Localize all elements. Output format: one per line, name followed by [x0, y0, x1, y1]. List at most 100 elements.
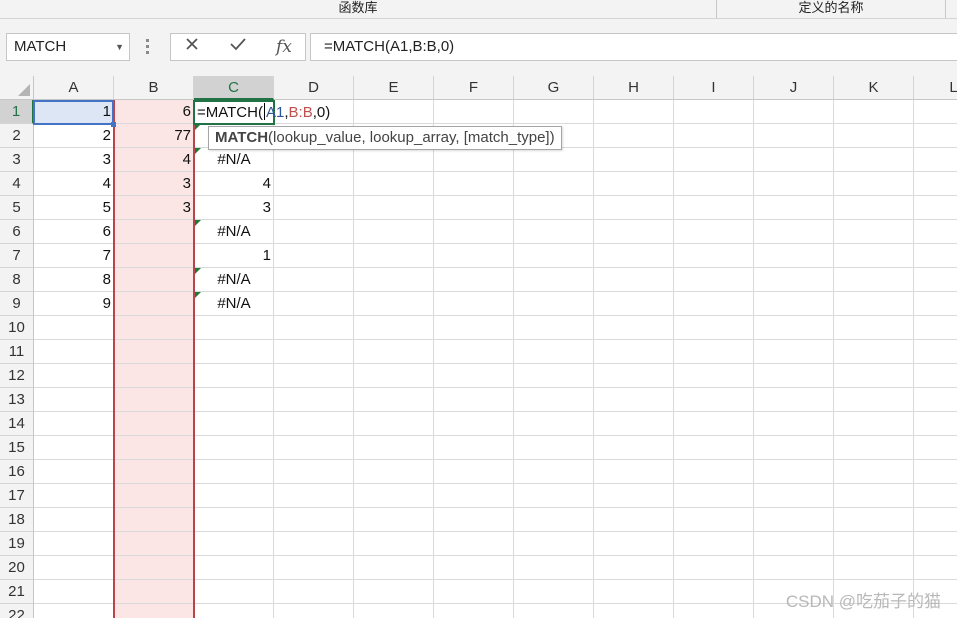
row-header-14[interactable]: 14	[0, 412, 34, 436]
insert-function-fx-icon[interactable]: fx	[267, 34, 301, 60]
row-header-7[interactable]: 7	[0, 244, 34, 268]
column-header-l[interactable]: L	[914, 76, 957, 100]
column-header-f[interactable]: F	[434, 76, 514, 100]
row-header-19[interactable]: 19	[0, 532, 34, 556]
gridline-h	[34, 435, 957, 436]
error-indicator-icon[interactable]	[195, 220, 201, 226]
formula-bar-row: MATCH ▼ fx =MATCH(A1,B:B,0)	[0, 19, 957, 76]
gridline-h	[34, 315, 957, 316]
row-header-8[interactable]: 8	[0, 268, 34, 292]
gridline-h	[34, 483, 957, 484]
gridline-v	[753, 100, 754, 618]
gridline-h	[34, 339, 957, 340]
column-header-h[interactable]: H	[594, 76, 674, 100]
formula-ref-bb: B:B	[288, 104, 313, 121]
row-header-11[interactable]: 11	[0, 340, 34, 364]
gridline-v	[433, 100, 434, 618]
cell-c9[interactable]: #N/A	[194, 292, 274, 316]
error-indicator-icon[interactable]	[195, 292, 201, 298]
formula-buttons: fx	[170, 33, 306, 61]
cell-a7[interactable]: 7	[34, 244, 114, 268]
cell-b4[interactable]: 3	[114, 172, 194, 196]
row-header-1[interactable]: 1	[0, 100, 34, 124]
cell-a8[interactable]: 8	[34, 268, 114, 292]
cell-a5[interactable]: 5	[34, 196, 114, 220]
gridline-v	[833, 100, 834, 618]
name-box-value: MATCH	[14, 38, 67, 55]
row-header-22[interactable]: 22	[0, 604, 34, 618]
cell-c8[interactable]: #N/A	[194, 268, 274, 292]
cell-b5[interactable]: 3	[114, 196, 194, 220]
cell-c5[interactable]: 3	[194, 196, 274, 220]
select-all-corner[interactable]	[0, 76, 34, 100]
cell-a2[interactable]: 2	[34, 124, 114, 148]
row-header-15[interactable]: 15	[0, 436, 34, 460]
enter-check-icon[interactable]	[221, 34, 255, 60]
cell-c7[interactable]: 1	[194, 244, 274, 268]
error-indicator-icon[interactable]	[195, 268, 201, 274]
column-header-a[interactable]: A	[34, 76, 114, 100]
cancel-x-icon[interactable]	[175, 34, 209, 60]
row-header-10[interactable]: 10	[0, 316, 34, 340]
gridline-v	[353, 100, 354, 618]
gridline-h	[34, 507, 957, 508]
cell-b1[interactable]: 6	[114, 100, 194, 124]
formula-prefix: =MATCH(	[197, 104, 263, 121]
name-box[interactable]: MATCH ▼	[6, 33, 130, 61]
worksheet-grid[interactable]: A B C D E F G H I J K L 1 2 3 4 5 6 7 8 9 10 11 12 13 14 15 16 17 18 1…	[0, 76, 957, 618]
formula-bar-grip-icon[interactable]	[146, 39, 150, 55]
gridline-h	[34, 243, 957, 244]
text-caret	[263, 103, 265, 120]
ribbon-group-defined-names[interactable]: 定义的名称	[717, 0, 946, 18]
row-header-6[interactable]: 6	[0, 220, 34, 244]
column-header-b[interactable]: B	[114, 76, 194, 100]
ribbon-group-bar: 函数库 定义的名称	[0, 0, 957, 19]
row-header-9[interactable]: 9	[0, 292, 34, 316]
cell-c1-formula[interactable]: =MATCH(A1,B:B,0)	[197, 100, 330, 125]
gridline-h	[34, 555, 957, 556]
gridline-h	[34, 411, 957, 412]
gridline-h	[34, 579, 957, 580]
row-header-12[interactable]: 12	[0, 364, 34, 388]
chevron-down-icon[interactable]: ▼	[115, 34, 124, 60]
gridline-h	[34, 291, 957, 292]
gridline-h	[34, 363, 957, 364]
gridline-h	[34, 531, 957, 532]
error-indicator-icon[interactable]	[195, 148, 201, 154]
row-header-13[interactable]: 13	[0, 388, 34, 412]
cell-a4[interactable]: 4	[34, 172, 114, 196]
cell-a3[interactable]: 3	[34, 148, 114, 172]
ribbon-group-function-library[interactable]: 函数库	[0, 0, 717, 18]
row-header-20[interactable]: 20	[0, 556, 34, 580]
row-header-18[interactable]: 18	[0, 508, 34, 532]
formula-suffix: ,0)	[312, 104, 331, 121]
row-header-16[interactable]: 16	[0, 460, 34, 484]
gridline-v	[673, 100, 674, 618]
row-header-17[interactable]: 17	[0, 484, 34, 508]
formula-input[interactable]: =MATCH(A1,B:B,0)	[310, 33, 957, 61]
column-header-j[interactable]: J	[754, 76, 834, 100]
cell-a6[interactable]: 6	[34, 220, 114, 244]
formula-ref-a1: A1	[265, 104, 285, 121]
cell-b3[interactable]: 4	[114, 148, 194, 172]
tooltip-function-name[interactable]: MATCH	[215, 129, 268, 146]
cell-c3[interactable]: #N/A	[194, 148, 274, 172]
cell-c6[interactable]: #N/A	[194, 220, 274, 244]
gridline-v	[913, 100, 914, 618]
cell-a9[interactable]: 9	[34, 292, 114, 316]
column-header-k[interactable]: K	[834, 76, 914, 100]
gridline-h	[34, 387, 957, 388]
row-header-4[interactable]: 4	[0, 172, 34, 196]
row-header-5[interactable]: 5	[0, 196, 34, 220]
row-header-21[interactable]: 21	[0, 580, 34, 604]
column-header-e[interactable]: E	[354, 76, 434, 100]
row-header-3[interactable]: 3	[0, 148, 34, 172]
cell-c4[interactable]: 4	[194, 172, 274, 196]
row-header-2[interactable]: 2	[0, 124, 34, 148]
column-header-d[interactable]: D	[274, 76, 354, 100]
column-header-c[interactable]: C	[194, 76, 274, 100]
column-header-i[interactable]: I	[674, 76, 754, 100]
column-header-g[interactable]: G	[514, 76, 594, 100]
cell-a1[interactable]: 1	[34, 100, 114, 124]
cell-b2[interactable]: 77	[114, 124, 194, 148]
